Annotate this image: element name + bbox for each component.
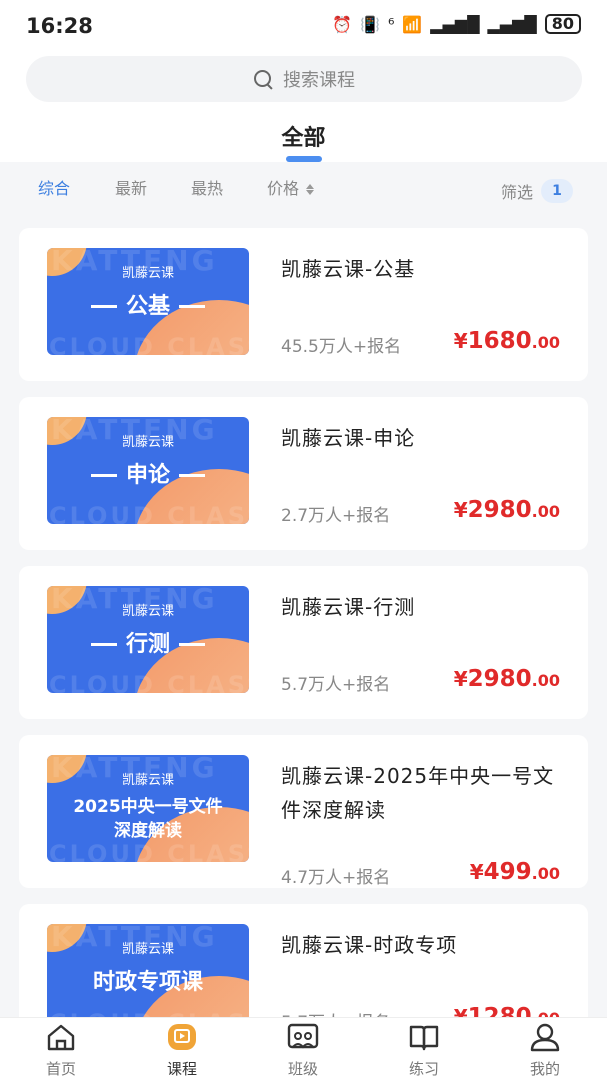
top-header-area: 16:28 ⏰ 📳 ⁶ 📶 ▂▄▆█ ▂▄▆█ 80 搜索课程 全部 xyxy=(0,0,607,162)
course-thumbnail: KATTENG CLOUD CLASS 凯藤云课 时政专项课 xyxy=(47,924,249,1031)
status-icons: ⏰ 📳 ⁶ 📶 ▂▄▆█ ▂▄▆█ 80 xyxy=(332,14,581,34)
thumbnail-watermark-bottom: CLOUD CLASS xyxy=(49,840,249,862)
nav-practice[interactable]: 练习 xyxy=(384,1022,464,1079)
course-price: ¥1680.00 xyxy=(453,328,560,354)
thumbnail-watermark-bottom: CLOUD CLASS xyxy=(49,333,249,355)
course-card[interactable]: KATTENG CLOUD CLASS 凯藤云课 行测 凯藤云课-行测 5.7万… xyxy=(19,566,588,719)
sort-price[interactable]: 价格 xyxy=(267,175,315,199)
filter-count-badge: 1 xyxy=(541,179,573,203)
course-thumbnail: KATTENG CLOUD CLASS 凯藤云课 公基 xyxy=(47,248,249,355)
alarm-icon: ⏰ xyxy=(332,14,353,34)
course-enroll-count: 4.7万人+报名 xyxy=(281,868,391,888)
nav-profile[interactable]: 我的 xyxy=(505,1022,585,1079)
thumbnail-dash-right xyxy=(179,643,205,646)
status-bar: 16:28 ⏰ 📳 ⁶ 📶 ▂▄▆█ ▂▄▆█ 80 xyxy=(0,0,607,52)
thumbnail-brand: 凯藤云课 xyxy=(121,435,174,450)
nav-home[interactable]: 首页 xyxy=(21,1022,101,1079)
thumbnail-brand: 凯藤云课 xyxy=(121,604,174,619)
signal-icon: ▂▄▆█ xyxy=(430,14,480,34)
thumbnail-subject: 2025中央一号文件 深度解读 xyxy=(47,795,249,843)
course-thumbnail: KATTENG CLOUD CLASS 凯藤云课 申论 xyxy=(47,417,249,524)
thumbnail-subject-line1: 2025中央一号文件 xyxy=(73,797,223,817)
search-bar[interactable]: 搜索课程 xyxy=(26,56,582,102)
tab-all-label: 全部 xyxy=(281,126,326,151)
nav-class-label: 班级 xyxy=(287,1060,318,1078)
sort-hottest[interactable]: 最热 xyxy=(191,175,223,199)
class-icon xyxy=(287,1023,319,1049)
thumbnail-subject: 时政专项课 xyxy=(92,970,203,995)
course-title: 凯藤云课-申论 xyxy=(281,426,416,450)
course-price: ¥499.00 xyxy=(469,859,560,885)
thumbnail-brand: 凯藤云课 xyxy=(121,773,174,788)
course-thumbnail: KATTENG CLOUD CLASS 凯藤云课 行测 xyxy=(47,586,249,693)
thumbnail-dash-right xyxy=(179,305,205,308)
thumbnail-brand: 凯藤云课 xyxy=(121,266,174,281)
thumbnail-subject-line2: 深度解读 xyxy=(114,821,182,841)
thumbnail-subject: 公基 xyxy=(125,294,170,319)
thumbnail-watermark-bottom: CLOUD CLASS xyxy=(49,671,249,693)
search-icon xyxy=(253,69,273,89)
course-title: 凯藤云课-2025年中央一号文件深度解读 xyxy=(281,764,555,822)
course-price: ¥2980.00 xyxy=(453,497,560,523)
course-title: 凯藤云课-行测 xyxy=(281,595,416,619)
course-card[interactable]: KATTENG CLOUD CLASS 凯藤云课 2025中央一号文件 深度解读… xyxy=(19,735,588,888)
thumbnail-watermark-bottom: CLOUD CLASS xyxy=(49,502,249,524)
course-card[interactable]: KATTENG CLOUD CLASS 凯藤云课 公基 凯藤云课-公基 45.5… xyxy=(19,228,588,381)
nav-home-label: 首页 xyxy=(45,1060,76,1078)
thumbnail-brand: 凯藤云课 xyxy=(121,942,174,957)
nav-practice-label: 练习 xyxy=(408,1060,439,1078)
course-title: 凯藤云课-公基 xyxy=(281,257,416,281)
nav-course[interactable]: 课程 xyxy=(142,1022,222,1079)
sort-bar: 综合 最新 最热 价格 筛选 1 xyxy=(0,165,607,215)
bottom-navigation: 首页 课程 班级 练习 我的 xyxy=(0,1017,607,1080)
search-placeholder: 搜索课程 xyxy=(283,70,355,91)
practice-icon xyxy=(409,1025,439,1051)
nav-course-label: 课程 xyxy=(166,1060,197,1078)
network-label: ⁶ xyxy=(387,14,395,34)
tab-active-indicator xyxy=(285,156,322,162)
course-enroll-count: 5.7万人+报名 xyxy=(281,675,391,695)
nav-class[interactable]: 班级 xyxy=(263,1022,343,1079)
tab-all[interactable]: 全部 xyxy=(0,120,607,162)
vibrate-icon: 📳 xyxy=(360,14,380,34)
profile-icon xyxy=(530,1023,560,1052)
thumbnail-subject: 行测 xyxy=(125,632,170,657)
signal-icon-2: ▂▄▆█ xyxy=(487,14,537,34)
sort-arrows-icon xyxy=(306,184,315,195)
sort-comprehensive[interactable]: 综合 xyxy=(38,175,70,199)
sort-price-label: 价格 xyxy=(267,179,300,198)
thumbnail-dash-right xyxy=(179,474,205,477)
battery-indicator: 80 xyxy=(544,14,581,34)
home-icon xyxy=(47,1024,75,1051)
course-thumbnail: KATTENG CLOUD CLASS 凯藤云课 2025中央一号文件 深度解读 xyxy=(47,755,249,862)
course-title: 凯藤云课-时政专项 xyxy=(281,933,458,957)
course-enroll-count: 45.5万人+报名 xyxy=(281,337,402,357)
filter-button[interactable]: 筛选 1 xyxy=(501,179,573,203)
status-time: 16:28 xyxy=(26,14,93,38)
wifi-icon: 📶 xyxy=(402,14,423,34)
course-price: ¥2980.00 xyxy=(453,666,560,692)
nav-profile-label: 我的 xyxy=(529,1060,560,1078)
filter-label: 筛选 xyxy=(500,183,533,202)
sort-newest[interactable]: 最新 xyxy=(115,175,147,199)
course-card[interactable]: KATTENG CLOUD CLASS 凯藤云课 申论 凯藤云课-申论 2.7万… xyxy=(19,397,588,550)
course-enroll-count: 2.7万人+报名 xyxy=(281,506,391,526)
thumbnail-subject: 申论 xyxy=(125,463,170,488)
course-icon xyxy=(168,1024,196,1050)
